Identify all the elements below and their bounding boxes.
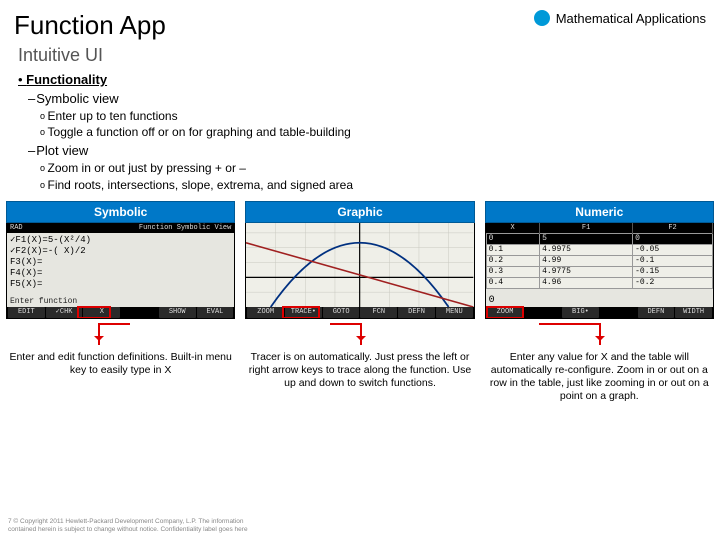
num-cell: 0.1: [486, 244, 539, 255]
sym-row-4: F4(X)=: [10, 268, 231, 279]
caption-graphic: Tracer is on automatically. Just press t…: [245, 323, 474, 404]
sym-mk-edit[interactable]: EDIT: [8, 307, 45, 318]
gra-mk-zoom[interactable]: ZOOM: [247, 307, 284, 318]
brand-dot-icon: [534, 10, 550, 26]
num-cell: 0.3: [486, 266, 539, 277]
brand-text: Mathematical Applications: [556, 11, 706, 26]
sym-mk-x[interactable]: X: [83, 307, 120, 318]
outline-plot-view: Plot view: [28, 143, 706, 158]
num-mk-b2: [600, 307, 637, 318]
num-mk-b1: [524, 307, 561, 318]
brand-block: Mathematical Applications: [534, 10, 706, 26]
sym-row-5: F5(X)=: [10, 279, 231, 290]
table-row[interactable]: 0.4 4.96 -0.2: [486, 277, 712, 288]
outline-functionality: Functionality: [18, 72, 706, 87]
sym-mk-chk[interactable]: ✓CHK: [46, 307, 83, 318]
sym-status-right: Function Symbolic View: [139, 224, 231, 232]
sym-menubar: EDIT ✓CHK X SHOW EVAL: [7, 307, 234, 318]
num-h-f2: F2: [633, 223, 713, 234]
screen-graphic: ZOOM TRACE• GOTO FCN DEFN MENU: [245, 223, 474, 319]
footer-line: contained herein is subject to change wi…: [8, 526, 248, 534]
arrow-icon: [599, 323, 601, 345]
caption-text: Enter any value for X and the table will…: [490, 351, 709, 402]
num-cell: 0: [486, 233, 539, 244]
num-menubar: ZOOM BIG• DEFN WIDTH: [486, 307, 713, 318]
outline-plot-1: Zoom in or out just by pressing + or –: [40, 160, 706, 176]
num-h-f1: F1: [540, 223, 633, 234]
sym-mk-show[interactable]: SHOW: [159, 307, 196, 318]
sym-hint: Enter function: [10, 297, 77, 306]
num-mk-defn[interactable]: DEFN: [638, 307, 675, 318]
arrow-icon: [360, 323, 362, 345]
screen-numeric: X F1 F2 0 5 0 0.1 4.9975 -0.05 0.2 4.99: [485, 223, 714, 319]
table-row[interactable]: 0.1 4.9975 -0.05: [486, 244, 712, 255]
gra-mk-trace[interactable]: TRACE•: [285, 307, 322, 318]
panel-graphic: Graphic: [245, 201, 474, 319]
gra-mk-menu[interactable]: MENU: [436, 307, 473, 318]
table-row[interactable]: 0.2 4.99 -0.1: [486, 255, 712, 266]
panel-title-numeric: Numeric: [485, 201, 714, 223]
caption-symbolic: Enter and edit function definitions. Bui…: [6, 323, 235, 404]
outline: Functionality Symbolic view Enter up to …: [0, 72, 720, 193]
num-cell: 0: [633, 233, 713, 244]
gra-mk-fcn[interactable]: FCN: [360, 307, 397, 318]
num-mk-zoom[interactable]: ZOOM: [487, 307, 524, 318]
num-cell: 0.2: [486, 255, 539, 266]
numeric-table: X F1 F2 0 5 0 0.1 4.9975 -0.05 0.2 4.99: [486, 223, 713, 289]
outline-sym-1: Enter up to ten functions: [40, 108, 706, 124]
page-title: Function App: [14, 10, 166, 41]
outline-sym-2: Toggle a function off or on for graphing…: [40, 124, 706, 140]
num-cell: 4.99: [540, 255, 633, 266]
num-cell: 0.4: [486, 277, 539, 288]
arrow-icon: [98, 323, 100, 345]
caption-text: Tracer is on automatically. Just press t…: [249, 351, 471, 389]
screen-symbolic: RAD Function Symbolic View ✓F1(X)=5-(X²/…: [6, 223, 235, 319]
outline-symbolic-view: Symbolic view: [28, 91, 706, 106]
sym-row-1: ✓F1(X)=5-(X²/4): [10, 235, 231, 246]
caption-text: Enter and edit function definitions. Bui…: [9, 351, 231, 376]
table-row[interactable]: 0.3 4.9775 -0.15: [486, 266, 712, 277]
footer-copyright: 7 © Copyright 2011 Hewlett-Packard Devel…: [8, 518, 248, 534]
panel-title-symbolic: Symbolic: [6, 201, 235, 223]
panel-symbolic: Symbolic RAD Function Symbolic View ✓F1(…: [6, 201, 235, 319]
num-cell: -0.15: [633, 266, 713, 277]
num-cell: 4.9775: [540, 266, 633, 277]
panel-title-graphic: Graphic: [245, 201, 474, 223]
num-h-x: X: [486, 223, 539, 234]
gra-mk-goto[interactable]: GOTO: [323, 307, 360, 318]
numeric-big-value: 0: [489, 295, 495, 306]
sym-mk-blank: [121, 307, 158, 318]
page-subtitle: Intuitive UI: [0, 45, 720, 72]
caption-numeric: Enter any value for X and the table will…: [485, 323, 714, 404]
sym-row-2: ✓F2(X)=-( X)/2: [10, 246, 231, 257]
num-cell: 4.96: [540, 277, 633, 288]
gra-menubar: ZOOM TRACE• GOTO FCN DEFN MENU: [246, 307, 473, 318]
num-mk-width[interactable]: WIDTH: [675, 307, 712, 318]
num-cell: 5: [540, 233, 633, 244]
num-mk-big[interactable]: BIG•: [562, 307, 599, 318]
outline-plot-2: Find roots, intersections, slope, extrem…: [40, 177, 706, 193]
num-cell: 4.9975: [540, 244, 633, 255]
sym-row-3: F3(X)=: [10, 257, 231, 268]
table-row[interactable]: 0 5 0: [486, 233, 712, 244]
panel-numeric: Numeric X F1 F2 0 5 0 0.1 4.9975 -0.05: [485, 201, 714, 319]
gra-mk-defn[interactable]: DEFN: [398, 307, 435, 318]
sym-mk-eval[interactable]: EVAL: [197, 307, 234, 318]
graph-area: [246, 223, 473, 307]
footer-line: 7 © Copyright 2011 Hewlett-Packard Devel…: [8, 518, 248, 526]
sym-status-left: RAD: [10, 224, 23, 232]
num-cell: -0.1: [633, 255, 713, 266]
num-cell: -0.2: [633, 277, 713, 288]
num-cell: -0.05: [633, 244, 713, 255]
